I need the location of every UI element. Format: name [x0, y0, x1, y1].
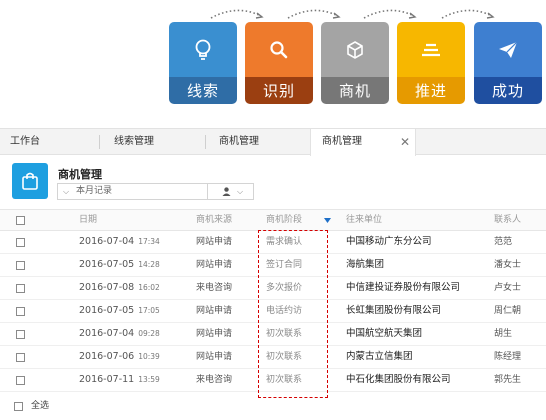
- period-filter-value: 本月记录: [76, 186, 113, 196]
- column-date[interactable]: 日期: [79, 210, 97, 231]
- row-source: 网站申请: [196, 237, 233, 247]
- search-icon: [270, 40, 288, 58]
- row-contact: 胡生: [494, 329, 513, 339]
- row-company[interactable]: 中石化集团股份有限公司: [346, 369, 451, 391]
- cube-icon: [347, 40, 363, 59]
- row-checkbox[interactable]: [16, 353, 25, 362]
- row-company[interactable]: 中信建投证券股份有限公司: [346, 277, 460, 299]
- stage-tile-success[interactable]: 成功: [474, 22, 542, 104]
- close-icon[interactable]: ✕: [400, 129, 410, 155]
- row-time: 17:05: [138, 306, 160, 315]
- row-contact: 郭先生: [494, 375, 522, 385]
- row-contact: 周仁朝: [494, 306, 522, 316]
- stage-label: 识别: [245, 77, 313, 104]
- tab-label: 商机管理: [322, 136, 362, 147]
- tab-workbench[interactable]: 工作台: [10, 129, 40, 155]
- paper-plane-icon: [499, 41, 518, 58]
- row-source: 来电咨询: [196, 283, 233, 293]
- tab-opportunity-management-active[interactable]: 商机管理 ✕: [310, 129, 416, 156]
- row-date: 2016-07-08: [79, 282, 135, 293]
- tab-opportunity-management[interactable]: 商机管理: [219, 129, 259, 155]
- period-filter-select[interactable]: ⌵ 本月记录: [57, 183, 208, 200]
- row-date: 2016-07-05: [79, 259, 135, 270]
- stage-label: 推进: [397, 77, 465, 104]
- stage-tile-identify[interactable]: 识别: [245, 22, 313, 104]
- column-source[interactable]: 商机来源: [196, 210, 232, 231]
- select-all-checkbox[interactable]: [16, 216, 25, 225]
- row-time: 14:28: [138, 260, 160, 269]
- row-checkbox[interactable]: [16, 307, 25, 316]
- row-company[interactable]: 中国移动广东分公司: [346, 231, 432, 253]
- row-date: 2016-07-06: [79, 351, 135, 362]
- stage-tile-opportunity[interactable]: 商机: [321, 22, 389, 104]
- layers-icon: [422, 43, 440, 56]
- row-date: 2016-07-11: [79, 374, 135, 385]
- row-contact: 范范: [494, 237, 513, 247]
- row-source: 网站申请: [196, 306, 233, 316]
- row-checkbox[interactable]: [16, 330, 25, 339]
- row-contact: 潘女士: [494, 260, 522, 270]
- stage-tile-lead[interactable]: 线索: [169, 22, 237, 104]
- chevron-down-icon: ⌵: [63, 187, 70, 196]
- stage-column-highlight: [258, 230, 328, 398]
- tab-bar: 工作台 线索管理 商机管理 商机管理 ✕: [0, 129, 546, 156]
- stage-arrow: [441, 9, 495, 19]
- column-stage[interactable]: 商机阶段: [266, 210, 302, 231]
- row-company[interactable]: 中国航空航天集团: [346, 323, 422, 345]
- row-source: 来电咨询: [196, 375, 233, 385]
- table-header: 日期 商机来源 商机阶段 往来单位 联系人: [0, 209, 546, 231]
- table-footer: 全选: [0, 394, 546, 418]
- stage-arrow: [210, 9, 264, 19]
- column-company[interactable]: 往来单位: [346, 210, 382, 231]
- row-contact: 陈经理: [494, 352, 522, 362]
- stage-label: 线索: [169, 77, 237, 104]
- stage-arrow: [363, 9, 417, 19]
- owner-filter-select[interactable]: ⌵: [208, 183, 254, 200]
- row-contact: 卢女士: [494, 283, 522, 293]
- select-all-footer-checkbox[interactable]: [14, 402, 23, 411]
- shopping-bag-icon: [12, 163, 48, 199]
- sort-descending-icon[interactable]: [324, 218, 331, 223]
- row-source: 网站申请: [196, 329, 233, 339]
- row-checkbox[interactable]: [16, 238, 25, 247]
- row-checkbox[interactable]: [16, 284, 25, 293]
- row-source: 网站申请: [196, 260, 233, 270]
- tab-lead-management[interactable]: 线索管理: [114, 129, 154, 155]
- column-contact[interactable]: 联系人: [494, 210, 521, 231]
- user-icon: [222, 187, 231, 196]
- row-company[interactable]: 长虹集团股份有限公司: [346, 300, 441, 322]
- row-company[interactable]: 海航集团: [346, 254, 384, 276]
- row-checkbox[interactable]: [16, 261, 25, 270]
- row-date: 2016-07-04: [79, 328, 135, 339]
- row-checkbox[interactable]: [16, 376, 25, 385]
- stage-label: 商机: [321, 77, 389, 104]
- page-title: 商机管理: [58, 168, 102, 181]
- row-date: 2016-07-04: [79, 236, 135, 247]
- stage-arrow: [287, 9, 341, 19]
- lightbulb-icon: [195, 39, 211, 60]
- row-time: 09:28: [138, 329, 160, 338]
- row-time: 13:59: [138, 375, 160, 384]
- tab-divider: [205, 135, 206, 149]
- row-company[interactable]: 内蒙古立信集团: [346, 346, 413, 368]
- tab-divider: [99, 135, 100, 149]
- row-source: 网站申请: [196, 352, 233, 362]
- chevron-down-icon: ⌵: [237, 187, 244, 196]
- stage-label: 成功: [474, 77, 542, 104]
- row-time: 16:02: [138, 283, 160, 292]
- select-all-label[interactable]: 全选: [31, 395, 49, 417]
- opportunity-window: 工作台 线索管理 商机管理 商机管理 ✕ 商机管理 ⌵ 本月记录 ⌵ 日期 商机…: [0, 128, 546, 420]
- page-header: 商机管理 ⌵ 本月记录 ⌵: [0, 155, 546, 205]
- row-date: 2016-07-05: [79, 305, 135, 316]
- row-time: 10:39: [138, 352, 160, 361]
- row-time: 17:34: [138, 237, 160, 246]
- stage-tile-advance[interactable]: 推进: [397, 22, 465, 104]
